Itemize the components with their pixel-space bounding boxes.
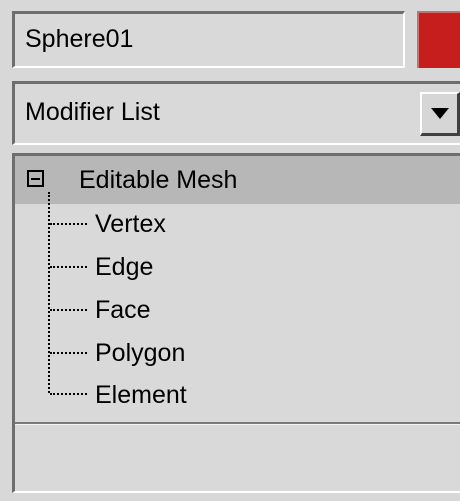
stack-divider-highlight [15,424,460,425]
tree-connector-branch [50,266,87,268]
subobject-item-face[interactable]: Face [95,289,151,331]
modifier-list-label: Modifier List [25,98,160,126]
stack-item-label: Editable Mesh [79,166,238,194]
subobject-item-edge[interactable]: Edge [95,246,153,288]
tree-connector-branch [50,352,87,354]
modifier-list-dropdown-button[interactable] [420,92,460,136]
object-name-field[interactable]: Sphere01 [12,11,405,68]
object-color-swatch[interactable] [417,11,460,68]
tree-connector-branch [50,309,87,311]
subobject-item-vertex[interactable]: Vertex [95,203,166,245]
subobject-item-polygon[interactable]: Polygon [95,332,185,374]
chevron-down-icon [431,108,449,119]
subobject-item-element[interactable]: Element [95,374,187,416]
stack-item-editable-mesh[interactable]: Editable Mesh [15,156,460,204]
modifier-stack-panel: Editable Mesh Vertex Edge Face Polygon E… [12,153,460,493]
modifier-list-dropdown[interactable]: Modifier List [12,81,460,145]
collapse-minus-icon[interactable] [27,170,44,187]
tree-connector-branch [50,393,87,395]
tree-connector-branch [50,223,87,225]
